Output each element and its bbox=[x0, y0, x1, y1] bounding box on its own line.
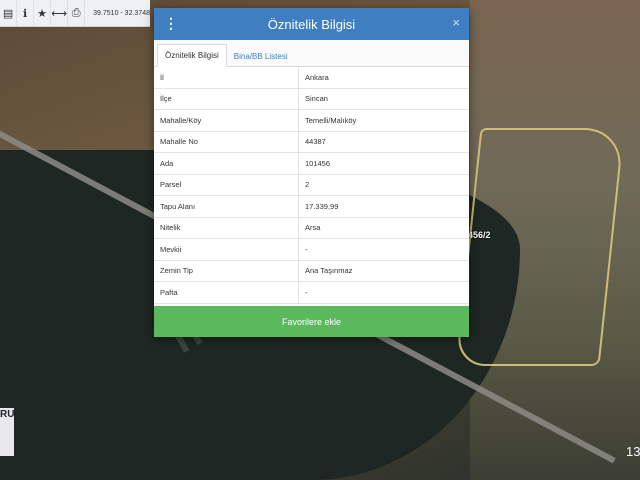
star-icon[interactable]: ★ bbox=[34, 0, 52, 26]
tab-attribute-info[interactable]: Öznitelik Bilgisi bbox=[157, 44, 227, 67]
attribute-key: Mahalle No bbox=[154, 131, 299, 153]
close-icon[interactable]: × bbox=[452, 15, 460, 30]
attribute-value: Temelli/Malıköy bbox=[298, 109, 469, 132]
attribute-key: Mahalle/Köy bbox=[154, 109, 299, 132]
attribute-value: - bbox=[298, 281, 469, 304]
table-row: Mevkii - bbox=[154, 238, 469, 261]
attribute-key: İlçe bbox=[154, 88, 299, 110]
dialog-header: ⋮ Öznitelik Bilgisi × bbox=[154, 8, 469, 40]
table-row: İlçe Sincan bbox=[154, 88, 469, 110]
menu-icon[interactable]: ⋮ bbox=[164, 15, 178, 32]
attribute-key: Zemin Tip bbox=[154, 260, 299, 282]
attribute-value: 17.339,99 bbox=[298, 195, 469, 218]
parcel-label: 456/2 bbox=[468, 230, 491, 240]
add-favorite-button[interactable]: Favorilere ekle bbox=[154, 306, 469, 337]
attribute-key: Ada bbox=[154, 152, 299, 175]
table-row: Parsel 2 bbox=[154, 174, 469, 196]
measure-icon[interactable]: ⟷ bbox=[51, 0, 69, 26]
attribute-value: 2 bbox=[298, 174, 469, 196]
attribute-key: Parsel bbox=[154, 174, 299, 196]
attribute-dialog: ⋮ Öznitelik Bilgisi × Öznitelik Bilgisi … bbox=[154, 8, 469, 337]
table-row: Pafta - bbox=[154, 281, 469, 304]
attribute-key: Mevkii bbox=[154, 238, 299, 261]
table-row: Tapu Alanı 17.339,99 bbox=[154, 195, 469, 218]
attribute-key: Nitelik bbox=[154, 217, 299, 239]
attribute-value: Ankara bbox=[298, 67, 469, 89]
table-row: Mahalle No 44387 bbox=[154, 131, 469, 153]
table-row: Zemin Tip Ana Taşınmaz bbox=[154, 260, 469, 282]
coordinate-readout: 39.7510 - 32.3748 bbox=[93, 9, 150, 17]
parcel-outline[interactable] bbox=[455, 128, 625, 366]
table-row: Mahalle/Köy Temelli/Malıköy bbox=[154, 109, 469, 132]
dialog-tabs: Öznitelik Bilgisi Bina/BB Listesi bbox=[154, 40, 469, 67]
attribute-value: - bbox=[298, 238, 469, 261]
map-toolbar: ▤ ℹ ★ ⟷ ⎙ 39.7510 - 32.3748 bbox=[0, 0, 150, 27]
brand-logo: RUL bbox=[0, 408, 21, 456]
attribute-key: Pafta bbox=[154, 281, 299, 304]
info-icon[interactable]: ℹ bbox=[17, 0, 35, 26]
attribute-table: İl Ankara İlçe Sincan Mahalle/Köy Temelli/Mal… bbox=[154, 67, 469, 304]
layers-icon[interactable]: ▤ bbox=[0, 0, 18, 26]
attribute-key: İl bbox=[154, 67, 299, 89]
table-row: Nitelik Arsa bbox=[154, 217, 469, 239]
dialog-title: Öznitelik Bilgisi bbox=[267, 16, 356, 32]
table-row: İl Ankara bbox=[154, 67, 469, 89]
attribute-key: Tapu Alanı bbox=[154, 195, 299, 218]
attribute-value: Arsa bbox=[298, 217, 469, 239]
attribute-value: Ana Taşınmaz bbox=[298, 260, 469, 282]
attribute-value: 101456 bbox=[298, 152, 469, 175]
attribute-value: Sincan bbox=[298, 88, 469, 110]
print-icon[interactable]: ⎙ bbox=[68, 0, 86, 26]
table-row: Ada 101456 bbox=[154, 152, 469, 175]
attribute-value: 44387 bbox=[298, 131, 469, 153]
tab-building-list[interactable]: Bina/BB Listesi bbox=[227, 46, 295, 67]
corner-number: 13 bbox=[626, 444, 640, 459]
